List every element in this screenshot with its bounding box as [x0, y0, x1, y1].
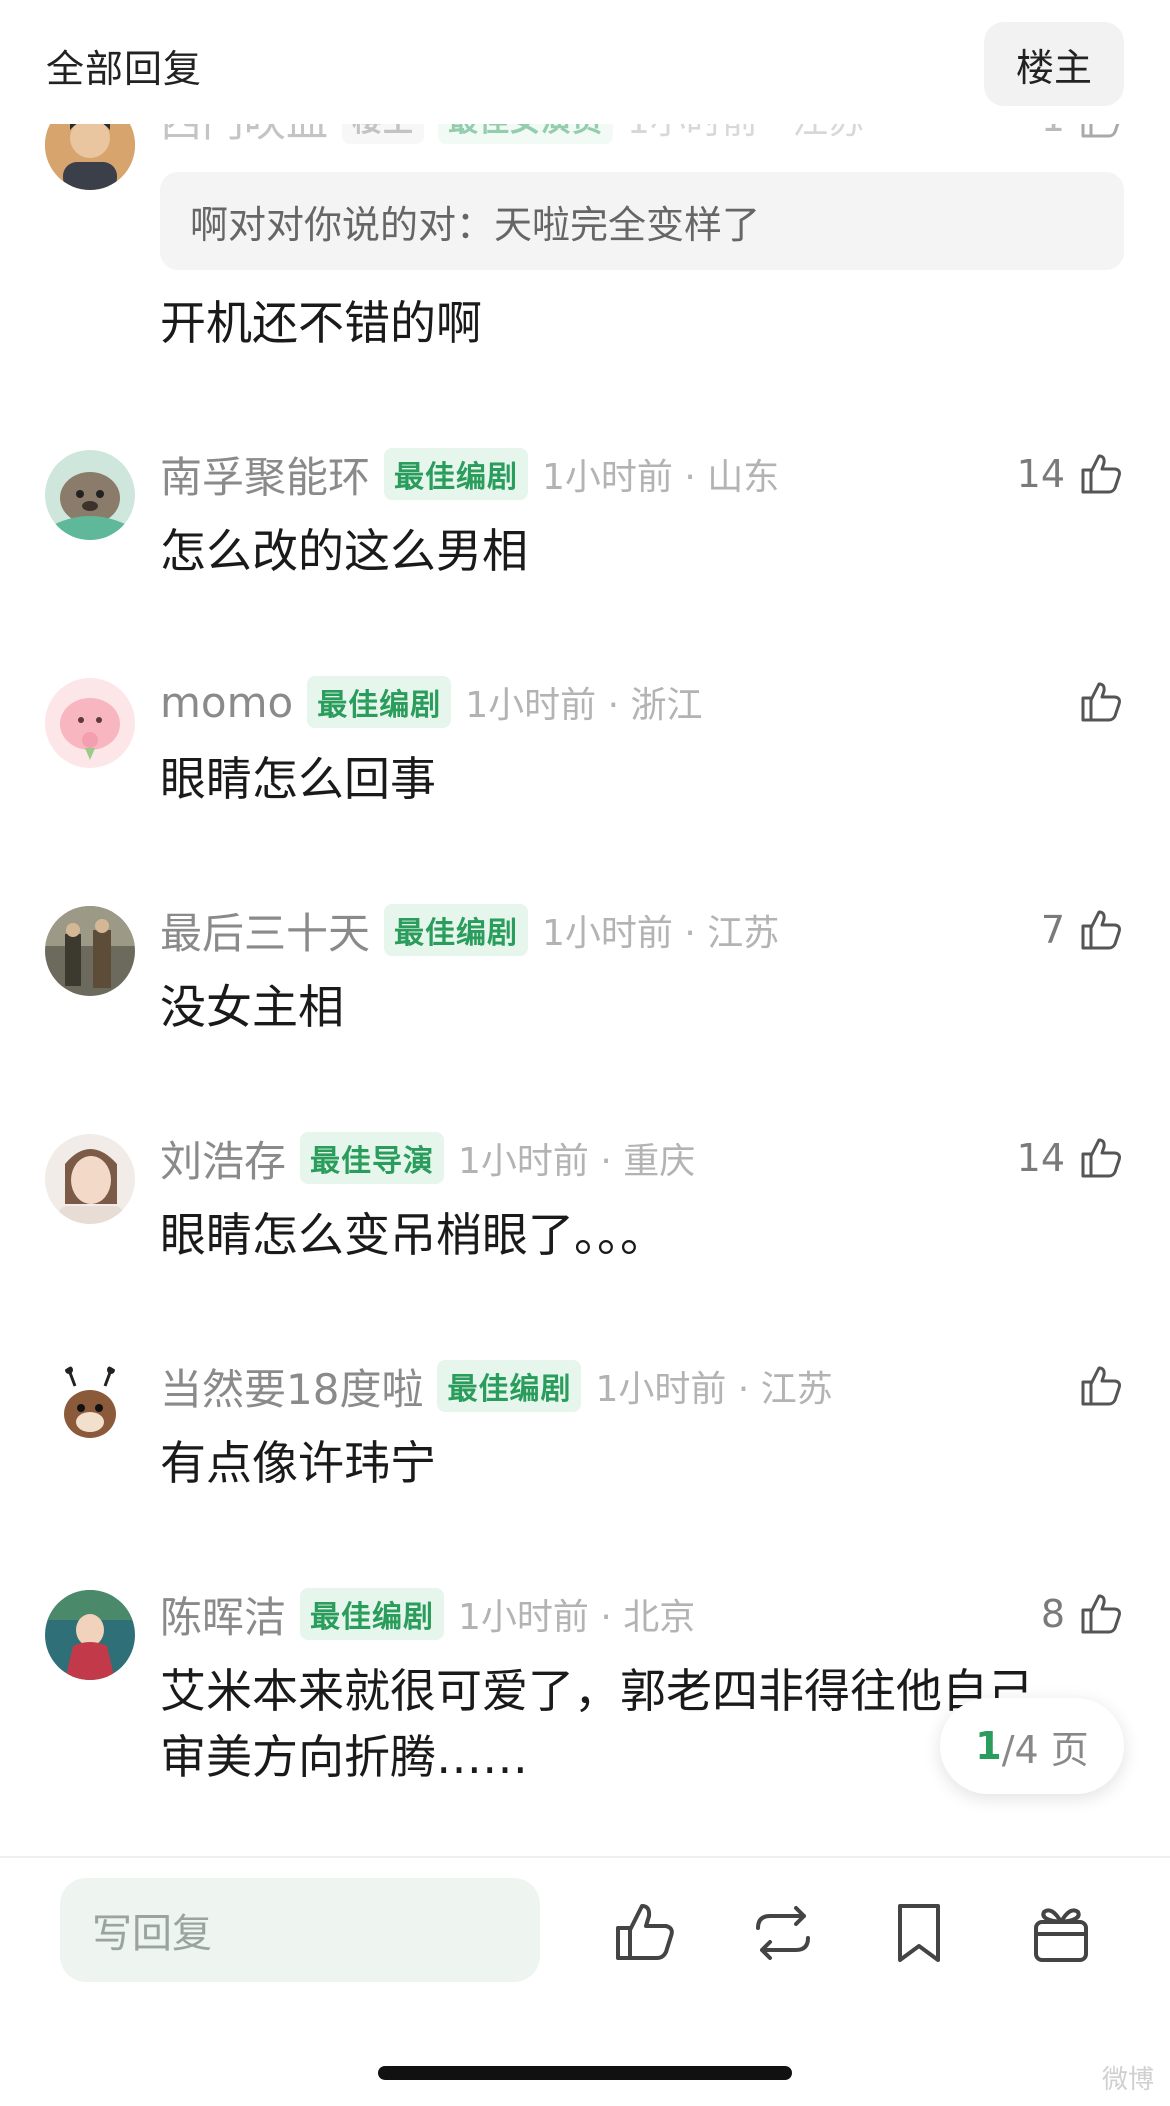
like-count: 8: [1040, 1592, 1065, 1636]
like-button[interactable]: 7: [1041, 900, 1125, 960]
thumbs-up-icon: [1081, 1138, 1121, 1178]
bottom-action-bar: 写回复 微博: [0, 1856, 1170, 2106]
username[interactable]: 当然要18度啦: [160, 1356, 423, 1417]
quoted-reply: 啊对对你说的对：天啦完全变样了: [160, 172, 1124, 270]
page-title: 全部回复: [46, 47, 203, 91]
owner-only-button[interactable]: 楼主: [984, 22, 1124, 106]
comment-text: 怎么改的这么男相: [160, 524, 528, 578]
username[interactable]: 刘浩存: [160, 1128, 286, 1189]
bookmark-icon[interactable]: [884, 1898, 954, 1968]
like-button[interactable]: [1065, 1356, 1125, 1416]
comment-text: 眼睛怎么回事: [160, 752, 436, 806]
award-badge: 最佳编剧: [437, 1360, 582, 1412]
current-page: 1: [975, 1724, 1002, 1768]
award-badge: 最佳编剧: [307, 676, 452, 728]
total-pages: /4 页: [1001, 1727, 1089, 1772]
like-button[interactable]: [1065, 672, 1125, 732]
comment-meta: 南孚聚能环 最佳编剧 1小时前 · 山东: [160, 444, 779, 504]
avatar[interactable]: [45, 906, 135, 996]
thumbs-up-icon: [1081, 454, 1121, 494]
username[interactable]: 南孚聚能环: [160, 444, 370, 505]
like-button[interactable]: 14: [1017, 444, 1125, 504]
like-count: 7: [1040, 908, 1065, 952]
comment-text: 有点像许玮宁: [160, 1436, 436, 1490]
avatar[interactable]: [45, 1362, 135, 1452]
award-badge: 最佳导演: [300, 1132, 445, 1184]
award-badge: 最佳编剧: [384, 904, 529, 956]
comment-time: 1小时前 · 浙江: [465, 685, 703, 726]
page-indicator[interactable]: 1 /4 页: [940, 1698, 1124, 1794]
comment-time: 1小时前 · 江苏: [542, 913, 780, 954]
comment-meta: momo 最佳编剧 1小时前 · 浙江: [160, 672, 702, 732]
like-icon[interactable]: [610, 1898, 680, 1968]
like-count: 14: [1016, 452, 1065, 496]
comment-text: 没女主相: [160, 980, 344, 1034]
comment-text: 开机还不错的啊: [160, 296, 482, 350]
award-badge: 最佳编剧: [384, 448, 529, 500]
username[interactable]: 最后三十天: [160, 900, 370, 961]
comment-time: 1小时前 · 北京: [458, 1597, 696, 1638]
comment-time: 1小时前 · 江苏: [595, 1369, 833, 1410]
thumbs-up-icon: [1081, 1366, 1121, 1406]
comment-time: 1小时前 · 山东: [542, 457, 780, 498]
thumbs-up-icon: [1081, 910, 1121, 950]
comment-time: 1小时前 · 重庆: [458, 1141, 696, 1182]
like-button[interactable]: 14: [1017, 1128, 1125, 1188]
like-button[interactable]: 8: [1041, 1584, 1125, 1644]
top-bar: 全部回复 楼主: [0, 0, 1170, 124]
repost-icon[interactable]: [748, 1898, 818, 1968]
award-badge: 最佳编剧: [300, 1588, 445, 1640]
thumbs-up-icon: [1081, 1594, 1121, 1634]
home-indicator[interactable]: [378, 2066, 792, 2080]
comment-meta: 刘浩存 最佳导演 1小时前 · 重庆: [160, 1128, 695, 1188]
gift-icon[interactable]: [1026, 1898, 1096, 1968]
username[interactable]: momo: [160, 678, 293, 727]
avatar[interactable]: [45, 1134, 135, 1224]
username[interactable]: 陈晖洁: [160, 1584, 286, 1645]
comment-meta: 最后三十天 最佳编剧 1小时前 · 江苏: [160, 900, 779, 960]
like-count: 14: [1016, 1136, 1065, 1180]
avatar[interactable]: [45, 1590, 135, 1680]
avatar[interactable]: [45, 450, 135, 540]
avatar[interactable]: [45, 678, 135, 768]
comment-meta: 陈晖洁 最佳编剧 1小时前 · 北京: [160, 1584, 695, 1644]
watermark: 微博: [1101, 2065, 1154, 2095]
thumbs-up-icon: [1081, 682, 1121, 722]
reply-input[interactable]: 写回复: [60, 1878, 540, 1982]
comment-text: 眼睛怎么变吊梢眼了。。。: [160, 1208, 666, 1262]
comment-meta: 当然要18度啦 最佳编剧 1小时前 · 江苏: [160, 1356, 833, 1416]
